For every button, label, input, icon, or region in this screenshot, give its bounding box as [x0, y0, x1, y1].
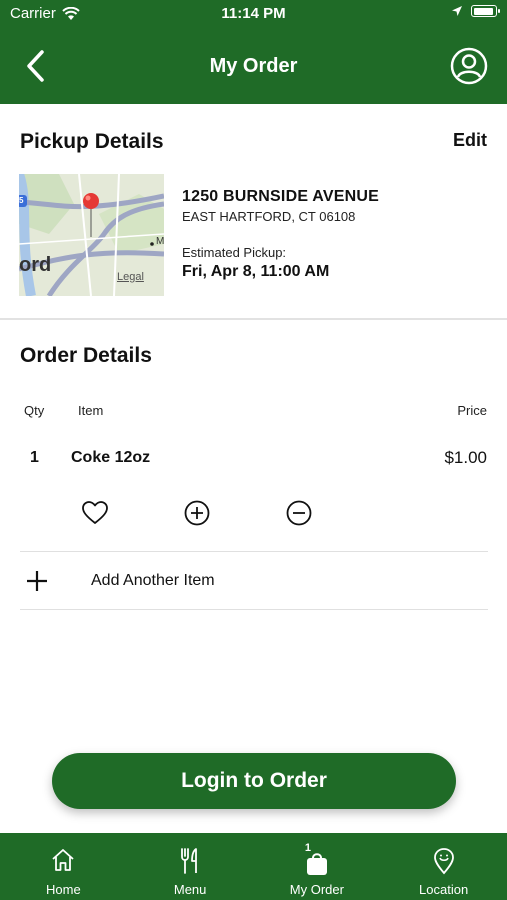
pickup-map[interactable]: ord Legal 5 M	[19, 174, 164, 296]
location-arrow-icon	[452, 6, 462, 16]
column-header-item: Item	[78, 403, 104, 418]
edit-pickup-button[interactable]: Edit	[453, 130, 487, 151]
tab-bar: Home Menu 1 My Order Location	[0, 833, 507, 900]
address-street: 1250 BURNSIDE AVENUE	[182, 188, 379, 205]
page-title: My Order	[209, 55, 298, 77]
minus-circle-icon[interactable]	[284, 498, 314, 528]
battery-icon	[471, 5, 500, 17]
item-quantity: 1	[30, 449, 39, 466]
map-shield-number: 5	[19, 196, 24, 205]
tab-label: My Order	[289, 882, 344, 897]
heart-icon[interactable]	[80, 498, 110, 528]
tab-my-order[interactable]: 1 My Order	[254, 833, 381, 900]
map-city-fragment: ord	[19, 254, 52, 276]
fork-knife-icon	[181, 848, 198, 874]
plus-icon[interactable]	[26, 570, 48, 592]
tab-label: Menu	[173, 882, 207, 897]
item-price: $1.00	[444, 448, 487, 467]
status-right	[451, 5, 500, 17]
login-to-order-button[interactable]: Login to Order	[52, 753, 456, 809]
tab-menu[interactable]: Menu	[127, 833, 254, 900]
status-bar: Carrier 11:14 PM	[0, 0, 507, 28]
tab-label: Location	[419, 882, 469, 897]
pickup-details-heading: Pickup Details	[20, 130, 164, 153]
add-another-item-button[interactable]: Add Another Item	[91, 572, 215, 590]
map-legal-link[interactable]: Legal	[117, 271, 144, 283]
clock: 11:14 PM	[221, 5, 286, 22]
order-details-heading: Order Details	[20, 344, 152, 367]
tab-home[interactable]: Home	[0, 833, 127, 900]
row-divider	[20, 609, 488, 610]
nav-bar: My Order	[0, 28, 507, 104]
column-header-qty: Qty	[24, 403, 45, 418]
estimated-pickup-label: Estimated Pickup:	[182, 245, 287, 260]
item-name: Coke 12oz	[71, 449, 151, 466]
bag-icon	[306, 853, 327, 875]
map-pin-icon	[83, 193, 99, 209]
tab-location[interactable]: Location	[380, 833, 507, 900]
column-header-price: Price	[457, 403, 487, 418]
row-divider	[20, 551, 488, 552]
estimated-pickup-time: Fri, Apr 8, 11:00 AM	[182, 263, 330, 280]
map-corner-fragment: M	[156, 236, 164, 247]
home-icon	[52, 849, 74, 871]
address-city: EAST HARTFORD, CT 06108	[182, 209, 356, 224]
location-pin-icon	[433, 848, 454, 875]
plus-circle-icon[interactable]	[182, 498, 212, 528]
user-circle-icon[interactable]	[449, 46, 489, 86]
section-divider	[0, 318, 507, 320]
tab-label: Home	[46, 882, 81, 897]
